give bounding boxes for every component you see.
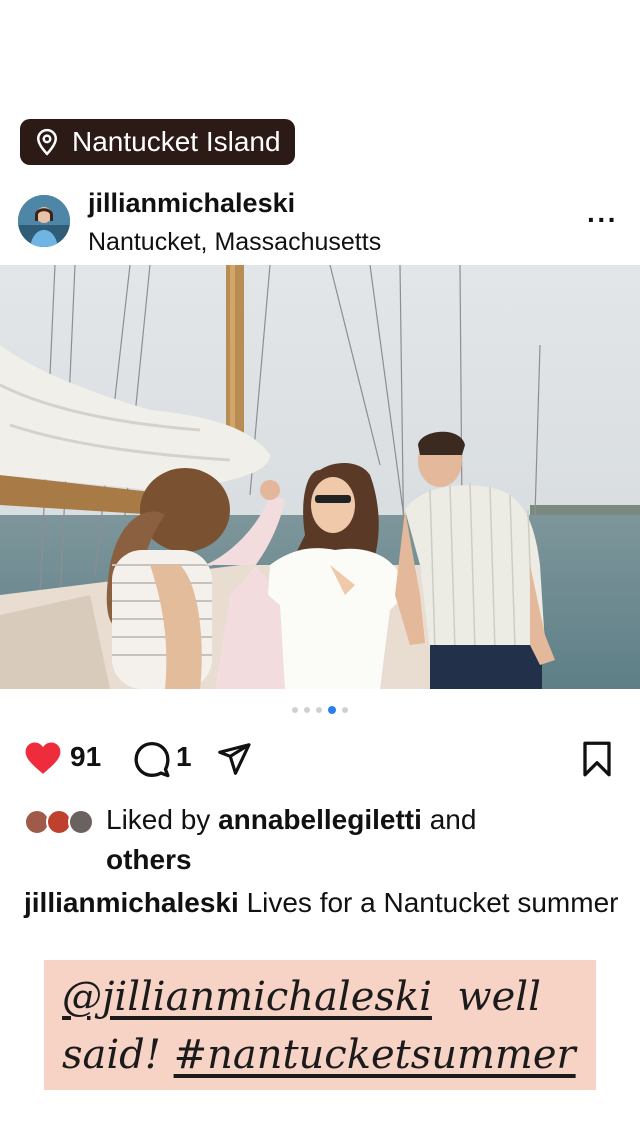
liked-by-user[interactable]: annabellegiletti [218, 804, 422, 835]
location-sticker-label: Nantucket Island [72, 126, 281, 157]
share-icon[interactable] [215, 741, 253, 777]
liked-by-prefix: Liked by [106, 804, 211, 835]
heart-icon[interactable] [24, 740, 62, 776]
comments-count[interactable]: 1 [176, 741, 192, 773]
location-sticker[interactable]: Nantucket Island [20, 119, 295, 165]
sailboat-photo [0, 265, 640, 689]
liked-by-others[interactable]: others [24, 840, 624, 880]
carousel-dot [316, 707, 322, 713]
comment-sticker: @jillianmichaleski well said! #nantucket… [44, 960, 596, 1090]
post-username[interactable]: jillianmichaleski [88, 188, 295, 219]
comment-icon[interactable] [132, 740, 172, 778]
comment-hashtag: #nantucketsummer [173, 1032, 576, 1078]
likes-count[interactable]: 91 [70, 741, 101, 773]
comment-text-1: well [457, 974, 541, 1020]
carousel-dot [292, 707, 298, 713]
story-page: Nantucket Island jillianmichaleski Nantu… [0, 0, 640, 1136]
bookmark-icon[interactable] [582, 741, 612, 777]
avatar-image [18, 195, 70, 247]
post-photo[interactable] [0, 265, 640, 689]
caption-text: Lives for a Nantucket summer [246, 887, 619, 918]
more-options-button[interactable]: ··· [587, 204, 618, 236]
comment-text-2: said! [62, 1032, 161, 1078]
liked-by-suffix: and [429, 804, 477, 835]
avatar[interactable] [18, 195, 70, 247]
avatar [68, 808, 94, 835]
carousel-dots [0, 706, 640, 714]
comment-mention: @jillianmichaleski [62, 974, 432, 1020]
caption-username[interactable]: jillianmichaleski [24, 887, 239, 918]
carousel-dot-active [328, 706, 336, 714]
map-pin-icon [36, 128, 58, 156]
carousel-dot [342, 707, 348, 713]
liked-by-avatars [24, 807, 102, 837]
post-caption: jillianmichaleski Lives for a Nantucket … [24, 883, 624, 923]
post-location[interactable]: Nantucket, Massachusetts [88, 228, 381, 257]
action-bar: 91 1 [0, 735, 640, 785]
post-header: jillianmichaleski Nantucket, Massachuset… [0, 186, 640, 262]
liked-by[interactable]: Liked by annabellegiletti and others [24, 800, 624, 880]
carousel-dot [304, 707, 310, 713]
